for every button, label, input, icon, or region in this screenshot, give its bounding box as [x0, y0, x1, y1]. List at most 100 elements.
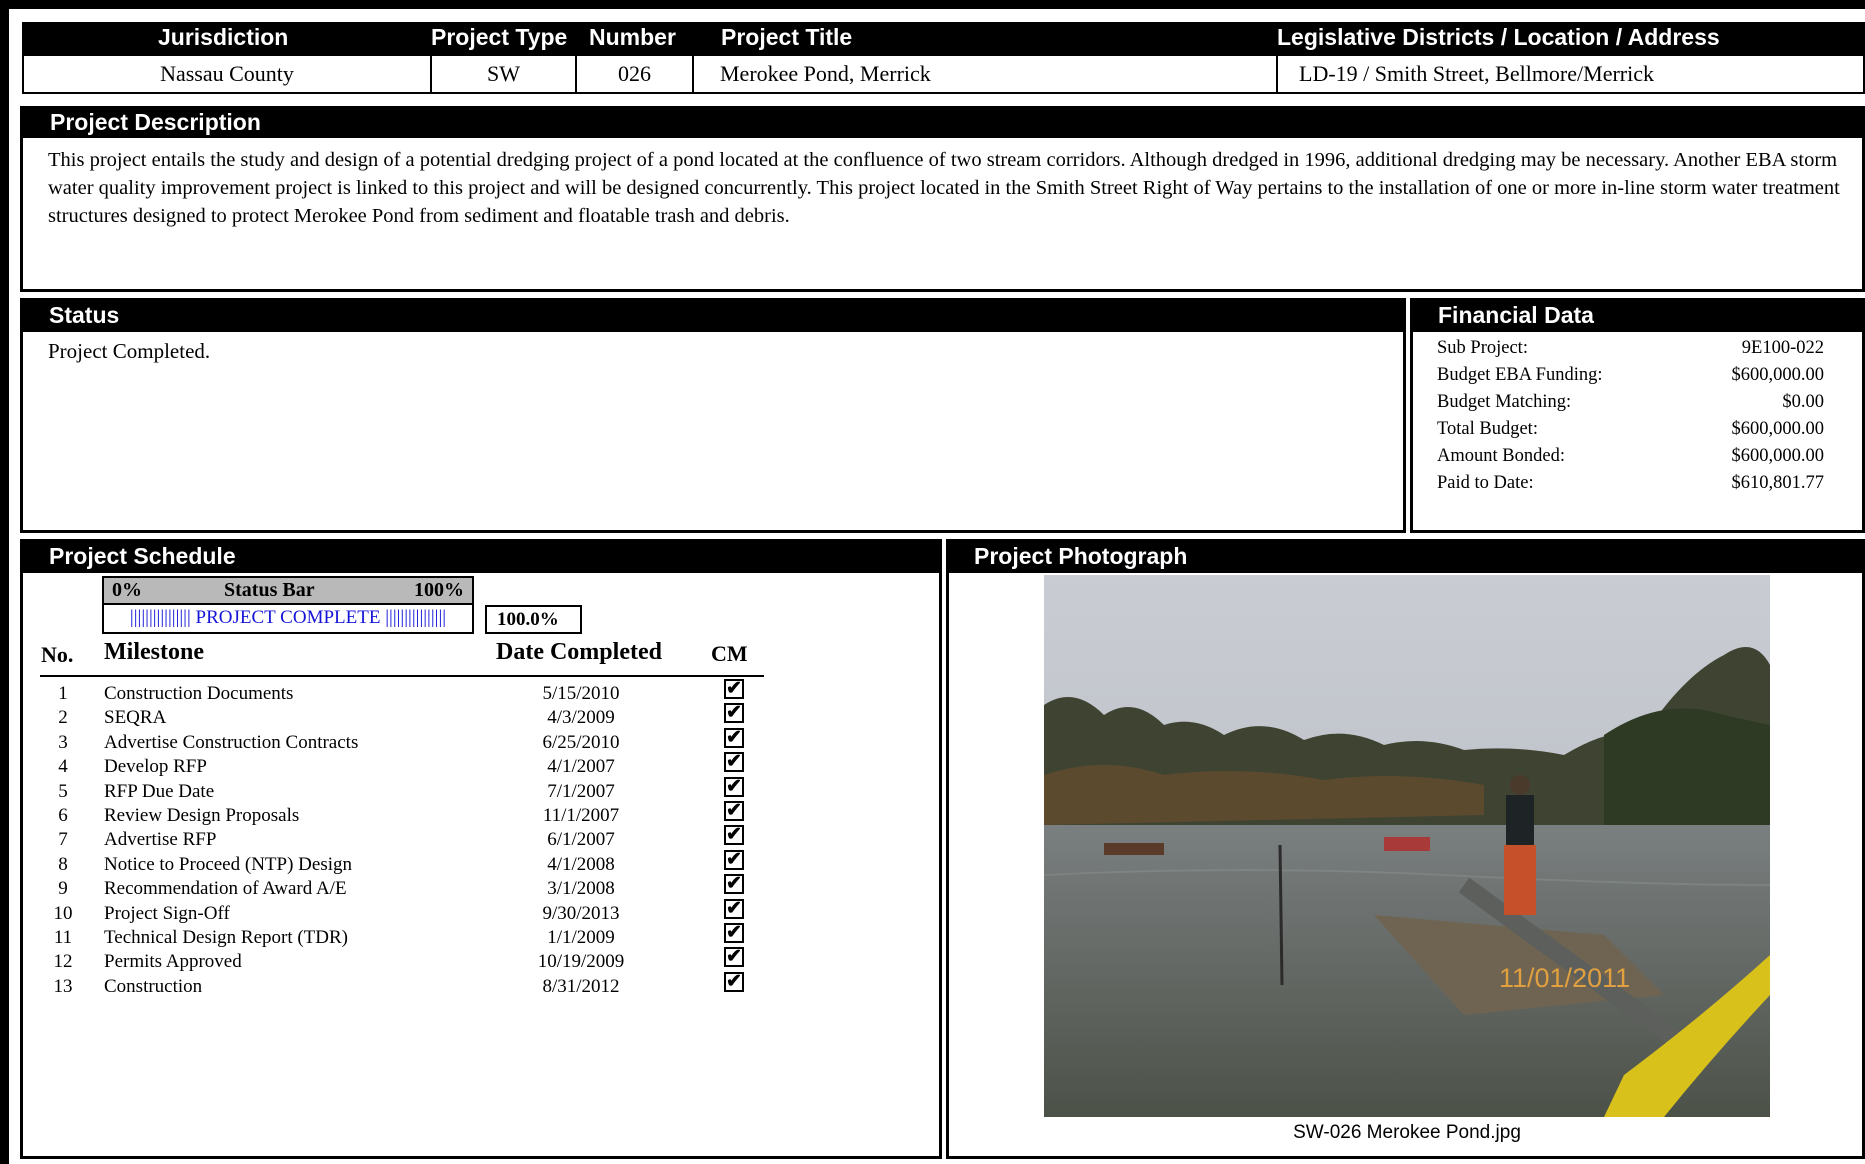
milestone-name: Review Design Proposals — [104, 805, 300, 826]
milestone-number: 9 — [58, 878, 68, 900]
milestone-number: 7 — [58, 829, 68, 851]
jurisdiction-label: Jurisdiction — [158, 24, 289, 50]
project-title-value: Merokee Pond, Merrick — [692, 56, 1276, 92]
jurisdiction-value: Nassau County — [160, 61, 294, 86]
status-text: Project Completed. — [48, 339, 211, 363]
completed-checkbox[interactable]: ✔ — [724, 923, 744, 943]
location-value: LD-19 / Smith Street, Bellmore/Merrick — [1276, 56, 1865, 92]
description-text: This project entails the study and desig… — [48, 149, 1840, 227]
completed-checkbox[interactable]: ✔ — [724, 727, 744, 748]
percent-complete: 100.0% — [485, 605, 582, 634]
completed-checkbox[interactable]: ✔ — [724, 849, 744, 870]
milestone-date: 10/19/2009 — [537, 951, 625, 973]
milestone-number: 6 — [58, 805, 68, 826]
project-type-label: Project Type — [431, 24, 568, 50]
status-title: Status — [49, 302, 120, 328]
milestone-header-rule — [40, 675, 764, 677]
schedule-header: Project Schedule — [22, 541, 940, 573]
milestone-date: 7/1/2007 — [547, 780, 615, 802]
financial-row-label: Total Budget: — [1437, 419, 1538, 439]
completed-checkbox[interactable]: ✔ — [724, 898, 744, 919]
financial-row-label: Paid to Date: — [1437, 473, 1534, 493]
completed-checkbox[interactable]: ✔ — [724, 947, 744, 968]
completed-checkbox[interactable]: ✔ — [724, 825, 744, 846]
milestone-number: 10 — [53, 902, 73, 924]
project-header-values: Nassau County SW 026 Merokee Pond, Merri… — [22, 56, 1865, 94]
milestone-number: 11 — [53, 927, 73, 948]
milestone-number: 12 — [53, 951, 73, 973]
financial-row: Budget Matching: $0.00 — [1437, 392, 1824, 422]
status-bar-header: 0% Status Bar 100% — [102, 576, 474, 605]
status-bar-min: 0% — [112, 579, 142, 601]
financial-title: Financial Data — [1438, 302, 1594, 328]
milestone-number: 4 — [58, 756, 68, 778]
milestone-date: 6/1/2007 — [547, 829, 615, 851]
completed-checkbox[interactable]: ✔ — [724, 971, 744, 992]
milestone-name: Notice to Proceed (NTP) Design — [104, 853, 352, 875]
financial-row-label: Amount Bonded: — [1437, 446, 1565, 466]
completed-checkbox[interactable]: ✔ — [724, 801, 744, 821]
milestone-date: 3/1/2008 — [547, 878, 615, 900]
financial-row: Paid to Date: $610,801.77 — [1437, 473, 1824, 503]
completed-checkbox[interactable]: ✔ — [724, 776, 744, 797]
col-milestone-header: Milestone — [104, 639, 204, 665]
status-bar-text: |||||||||||||||| PROJECT COMPLETE ||||||… — [129, 607, 447, 628]
milestone-date: 8/31/2012 — [542, 975, 620, 997]
milestone-name: Construction — [104, 975, 203, 997]
milestone-date: 4/1/2007 — [547, 756, 615, 778]
financial-row-value: $610,801.77 — [1731, 473, 1825, 493]
milestone-number: 5 — [58, 780, 68, 802]
location-label: Legislative Districts / Location / Addre… — [1277, 24, 1720, 50]
financial-row-label: Budget Matching: — [1437, 392, 1572, 412]
schedule-title: Project Schedule — [49, 543, 236, 569]
milestone-date: 4/3/2009 — [547, 707, 615, 729]
milestone-date: 5/15/2010 — [542, 683, 620, 704]
financial-row-value: $600,000.00 — [1731, 419, 1825, 439]
milestone-name: Advertise RFP — [104, 829, 217, 851]
project-header-bar: Jurisdiction Project Type Number Project… — [22, 22, 1865, 56]
milestone-name: Permits Approved — [104, 951, 242, 973]
financial-row: Budget EBA Funding: $600,000.00 — [1437, 365, 1824, 395]
milestone-number: 13 — [53, 975, 73, 997]
photo-header: Project Photograph — [948, 541, 1865, 573]
financial-row-value: 9E100-022 — [1741, 338, 1824, 358]
financial-row-label: Sub Project: — [1437, 338, 1528, 358]
financial-row: Amount Bonded: $600,000.00 — [1437, 446, 1824, 476]
financial-row-value: $0.00 — [1782, 392, 1824, 412]
status-bar-progress: |||||||||||||||| PROJECT COMPLETE ||||||… — [102, 605, 474, 634]
financial-row-value: $600,000.00 — [1731, 365, 1825, 385]
description-title: Project Description — [50, 109, 261, 135]
financial-header: Financial Data — [1412, 300, 1865, 332]
status-header: Status — [22, 300, 1404, 332]
financial-row-label: Budget EBA Funding: — [1437, 365, 1603, 385]
col-cm-header: CM — [711, 641, 748, 666]
photo-timestamp: 11/01/2011 — [1499, 963, 1630, 993]
milestone-name: RFP Due Date — [104, 780, 215, 802]
project-type-value: SW — [430, 56, 575, 92]
completed-checkbox[interactable]: ✔ — [724, 874, 744, 895]
financial-row: Sub Project: 9E100-022 — [1437, 338, 1824, 368]
photo-title: Project Photograph — [974, 543, 1188, 569]
completed-checkbox[interactable]: ✔ — [724, 752, 744, 773]
milestone-number: 2 — [58, 707, 68, 729]
milestone-name: Recommendation of Award A/E — [104, 878, 347, 900]
milestone-name: Develop RFP — [104, 756, 207, 778]
milestone-name: SEQRA — [104, 707, 167, 729]
milestone-date: 11/1/2007 — [542, 805, 620, 826]
milestone-date: 1/1/2009 — [547, 927, 615, 948]
milestone-name: Technical Design Report (TDR) — [104, 927, 349, 948]
milestone-date: 4/1/2008 — [547, 853, 615, 875]
milestone-date: 9/30/2013 — [542, 902, 620, 924]
completed-checkbox[interactable]: ✔ — [724, 679, 744, 699]
financial-row-value: $600,000.00 — [1731, 446, 1825, 466]
completed-checkbox[interactable]: ✔ — [724, 703, 744, 724]
project-photograph: 11/01/2011 — [1044, 575, 1770, 1117]
photo-caption: SW-026 Merokee Pond.jpg — [1293, 1122, 1521, 1143]
milestone-name: Advertise Construction Contracts — [104, 731, 359, 753]
status-bar-max: 100% — [414, 579, 464, 601]
status-panel — [20, 298, 1406, 533]
financial-row: Total Budget: $600,000.00 — [1437, 419, 1824, 449]
milestone-number: 8 — [58, 853, 68, 875]
col-date-header: Date Completed — [496, 639, 662, 665]
status-bar-title: Status Bar — [224, 579, 315, 601]
